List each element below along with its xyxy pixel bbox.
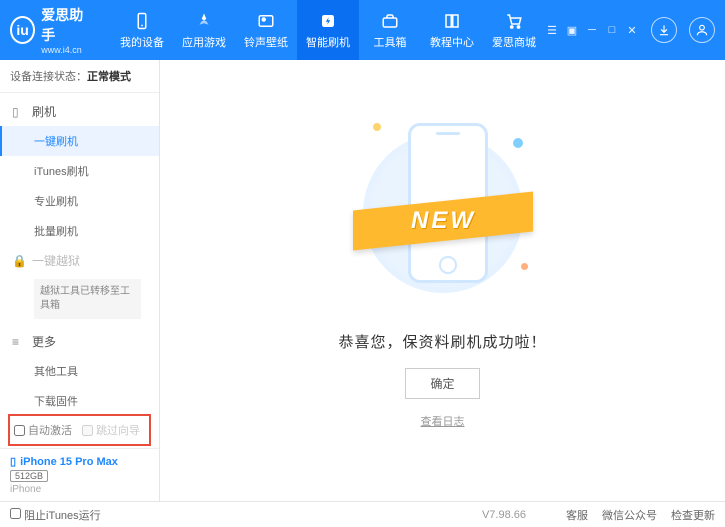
sidebar-item-pro[interactable]: 专业刷机	[0, 186, 159, 216]
minimize-icon[interactable]: ─	[585, 23, 599, 37]
phone-icon	[132, 11, 152, 31]
title-bar: iu 爱思助手 www.i4.cn 我的设备 应用游戏 铃声壁纸 智能刷机 工具…	[0, 0, 725, 60]
skin-icon[interactable]: ▣	[565, 23, 579, 37]
nav-store[interactable]: 爱思商城	[483, 0, 545, 60]
window-controls: ☰ ▣ ─ □ ✕	[545, 17, 715, 43]
menu-icon[interactable]: ☰	[545, 23, 559, 37]
image-icon	[256, 11, 276, 31]
wechat-link[interactable]: 微信公众号	[602, 507, 657, 523]
download-button[interactable]	[651, 17, 677, 43]
nav-my-device[interactable]: 我的设备	[111, 0, 173, 60]
device-capacity: 512GB	[10, 470, 48, 482]
app-logo: iu 爱思助手 www.i4.cn	[10, 5, 91, 55]
ok-button[interactable]: 确定	[405, 368, 479, 399]
connection-status: 设备连接状态：正常模式	[0, 60, 159, 93]
options-box: 自动激活 跳过向导	[8, 414, 151, 446]
view-log-link[interactable]: 查看日志	[421, 413, 465, 429]
block-itunes-checkbox[interactable]: 阻止iTunes运行	[10, 507, 101, 523]
toolbox-icon	[380, 11, 400, 31]
logo-icon: iu	[10, 16, 35, 44]
group-more[interactable]: ≡更多	[0, 327, 159, 356]
group-flash[interactable]: ▯刷机	[0, 97, 159, 126]
phone-small-icon: ▯	[12, 105, 26, 119]
sidebar-item-download[interactable]: 下载固件	[0, 386, 159, 412]
update-link[interactable]: 检查更新	[671, 507, 715, 523]
main-content: NEW 恭喜您，保资料刷机成功啦！ 确定 查看日志	[160, 60, 725, 501]
app-name: 爱思助手	[41, 5, 91, 45]
nav-ringtones[interactable]: 铃声壁纸	[235, 0, 297, 60]
cart-icon	[504, 11, 524, 31]
sidebar-item-batch[interactable]: 批量刷机	[0, 216, 159, 246]
status-bar: 阻止iTunes运行 V7.98.66 客服 微信公众号 检查更新	[0, 501, 725, 527]
flash-icon	[318, 11, 338, 31]
nav-tutorials[interactable]: 教程中心	[421, 0, 483, 60]
nav-apps[interactable]: 应用游戏	[173, 0, 235, 60]
app-url: www.i4.cn	[41, 45, 91, 55]
device-type: iPhone	[10, 484, 149, 495]
rocket-icon	[194, 11, 214, 31]
close-icon[interactable]: ✕	[625, 23, 639, 37]
skip-setup-checkbox[interactable]: 跳过向导	[82, 422, 140, 438]
nav-toolbox[interactable]: 工具箱	[359, 0, 421, 60]
book-icon	[442, 11, 462, 31]
lock-icon: 🔒	[12, 254, 26, 268]
user-button[interactable]	[689, 17, 715, 43]
auto-activate-checkbox[interactable]: 自动激活	[14, 422, 72, 438]
success-illustration: NEW	[353, 113, 533, 313]
list-icon: ≡	[12, 335, 26, 349]
device-small-icon: ▯	[10, 455, 16, 468]
sidebar-item-other[interactable]: 其他工具	[0, 356, 159, 386]
device-name: iPhone 15 Pro Max	[20, 456, 118, 468]
sidebar: 设备连接状态：正常模式 ▯刷机 一键刷机 iTunes刷机 专业刷机 批量刷机 …	[0, 60, 160, 501]
jailbreak-note: 越狱工具已转移至工具箱	[34, 279, 141, 319]
nav-flash[interactable]: 智能刷机	[297, 0, 359, 60]
version-label: V7.98.66	[482, 509, 526, 521]
top-nav: 我的设备 应用游戏 铃声壁纸 智能刷机 工具箱 教程中心 爱思商城	[111, 0, 545, 60]
group-jailbreak[interactable]: 🔒一键越狱	[0, 246, 159, 275]
maximize-icon[interactable]: □	[605, 23, 619, 37]
sidebar-item-itunes[interactable]: iTunes刷机	[0, 156, 159, 186]
success-message: 恭喜您，保资料刷机成功啦！	[338, 331, 546, 352]
sidebar-item-oneclick[interactable]: 一键刷机	[0, 126, 159, 156]
support-link[interactable]: 客服	[566, 507, 588, 523]
device-info[interactable]: ▯ iPhone 15 Pro Max 512GB iPhone	[0, 448, 159, 501]
